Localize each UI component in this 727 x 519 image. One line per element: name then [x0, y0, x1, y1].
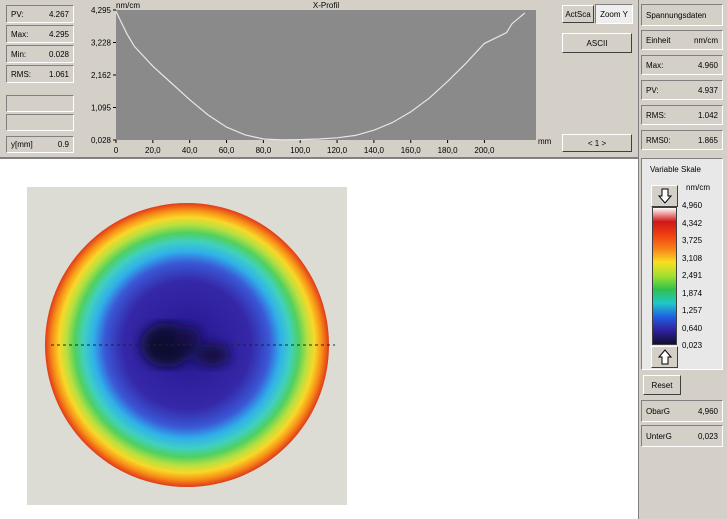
stress-rms0-value: 1.865 [697, 135, 718, 145]
stress-rms-value: 1.042 [697, 110, 718, 120]
stress-max: Max: 4.960 [641, 55, 723, 75]
stat-max-value: 4.295 [48, 29, 69, 39]
scale-tick-label: 0,640 [682, 323, 703, 333]
stress-pv-value: 4.937 [697, 85, 718, 95]
stress-max-label: Max: [646, 60, 664, 70]
stress-pv-label: PV: [646, 85, 659, 95]
empty-field-2 [6, 114, 74, 131]
ascii-button[interactable]: ASCII [562, 33, 632, 53]
stress-pv: PV: 4.937 [641, 80, 723, 100]
stat-rms-label: RMS: [11, 69, 31, 79]
scale-up-button[interactable] [651, 185, 678, 207]
upper-limit-label: ObarG [646, 406, 671, 416]
x-tick-label: 140,0 [364, 146, 385, 155]
upper-limit-field: ObarG 4,960 [641, 400, 723, 422]
y-tick-label: 1,095 [91, 104, 112, 113]
x-tick-label: 120,0 [327, 146, 348, 155]
stress-map [27, 187, 347, 505]
stress-rms-label: RMS: [646, 110, 666, 120]
color-scale-title: Variable Skale [650, 165, 701, 174]
x-tick-label: 60,0 [219, 146, 235, 155]
profile-x-unit: mm [538, 137, 552, 146]
stat-rms-value: 1.061 [48, 69, 69, 79]
stat-rms: RMS: 1.061 [6, 65, 74, 83]
stress-rms0-label: RMS0: [646, 135, 671, 145]
ascii-label: ASCII [586, 38, 608, 48]
scale-tick-label: 3,108 [682, 253, 703, 263]
profile-x-axis: 0 20,0 40,0 60,0 80,0 100,0 120,0 140,0 160,0 180… [114, 140, 495, 155]
scale-down-button[interactable] [651, 346, 678, 368]
stress-max-value: 4.960 [697, 60, 718, 70]
profile-title: X-Profil [313, 1, 339, 10]
unit-value: nm/cm [694, 35, 718, 45]
lower-limit-field: UnterG 0,023 [641, 425, 723, 447]
color-scale-unit: nm/cm [686, 183, 710, 192]
page-nav-button[interactable]: < 1 > [562, 134, 632, 152]
scale-tick-label: 2,491 [682, 271, 703, 280]
stat-min: Min: 0.028 [6, 45, 74, 63]
x-tick-label: 20,0 [145, 146, 161, 155]
stat-min-label: Min: [11, 49, 27, 59]
profile-y-unit: nm/cm [116, 1, 140, 10]
upper-limit-value: 4,960 [697, 406, 718, 416]
lower-limit-value: 0,023 [697, 431, 718, 441]
page-nav-label: < 1 > [587, 138, 607, 148]
y-position-value: 0.9 [57, 140, 69, 149]
scale-tick-label: 4,960 [682, 201, 703, 210]
unit-label: Einheit [646, 35, 671, 45]
unit-field: Einheit nm/cm [641, 30, 723, 50]
arrow-up-icon [657, 349, 672, 365]
stat-pv: PV: 4.267 [6, 5, 74, 23]
x-tick-label: 0 [114, 146, 119, 155]
empty-field-1 [6, 95, 74, 112]
x-tick-label: 180,0 [438, 146, 459, 155]
y-tick-label: 2,162 [91, 71, 112, 80]
stress-data-title: Spannungsdaten [641, 4, 723, 26]
stress-data-title-text: Spannungsdaten [646, 10, 707, 20]
profile-chart: nm/cm X-Profil mm 4,295 3,228 2,162 1,095 0,… [91, 1, 552, 155]
y-tick-label: 0,028 [91, 136, 112, 145]
zoom-y-label: Zoom Y [600, 9, 628, 19]
scale-tick-label: 1,874 [682, 288, 703, 298]
stat-max-label: Max: [11, 29, 29, 39]
stat-pv-label: PV: [11, 9, 24, 19]
stat-pv-value: 4.267 [48, 9, 69, 19]
x-tick-label: 80,0 [256, 146, 272, 155]
stress-rms: RMS: 1.042 [641, 105, 723, 125]
x-tick-label: 100,0 [290, 146, 311, 155]
scale-tick-label: 0,023 [682, 341, 703, 350]
zoom-y-toggle[interactable]: Zoom Y [595, 4, 633, 24]
profile-plot-area [116, 10, 536, 140]
y-tick-label: 4,295 [91, 6, 112, 15]
arrow-down-icon [657, 188, 672, 204]
reset-label: Reset [651, 380, 673, 390]
actsca-label: ActSca [565, 9, 591, 19]
stat-max: Max: 4.295 [6, 25, 74, 43]
y-tick-label: 3,228 [91, 39, 112, 48]
scale-tick-label: 4,342 [682, 218, 703, 228]
stat-min-value: 0.028 [48, 49, 69, 59]
y-position-field: y[mm] 0.9 [6, 136, 74, 153]
y-position-label: y[mm] [11, 140, 33, 149]
reset-button[interactable]: Reset [643, 375, 681, 395]
profile-y-axis: 4,295 3,228 2,162 1,095 0,028 [91, 6, 116, 145]
lower-limit-label: UnterG [646, 431, 672, 441]
stress-rms0: RMS0: 1.865 [641, 130, 723, 150]
color-gradient-bar [652, 207, 677, 345]
x-tick-label: 40,0 [182, 146, 198, 155]
x-tick-label: 200,0 [474, 146, 495, 155]
scale-tick-label: 3,725 [682, 236, 703, 245]
scale-tick-label: 1,257 [682, 306, 703, 315]
x-tick-label: 160,0 [401, 146, 422, 155]
actsca-button[interactable]: ActSca [562, 5, 594, 23]
